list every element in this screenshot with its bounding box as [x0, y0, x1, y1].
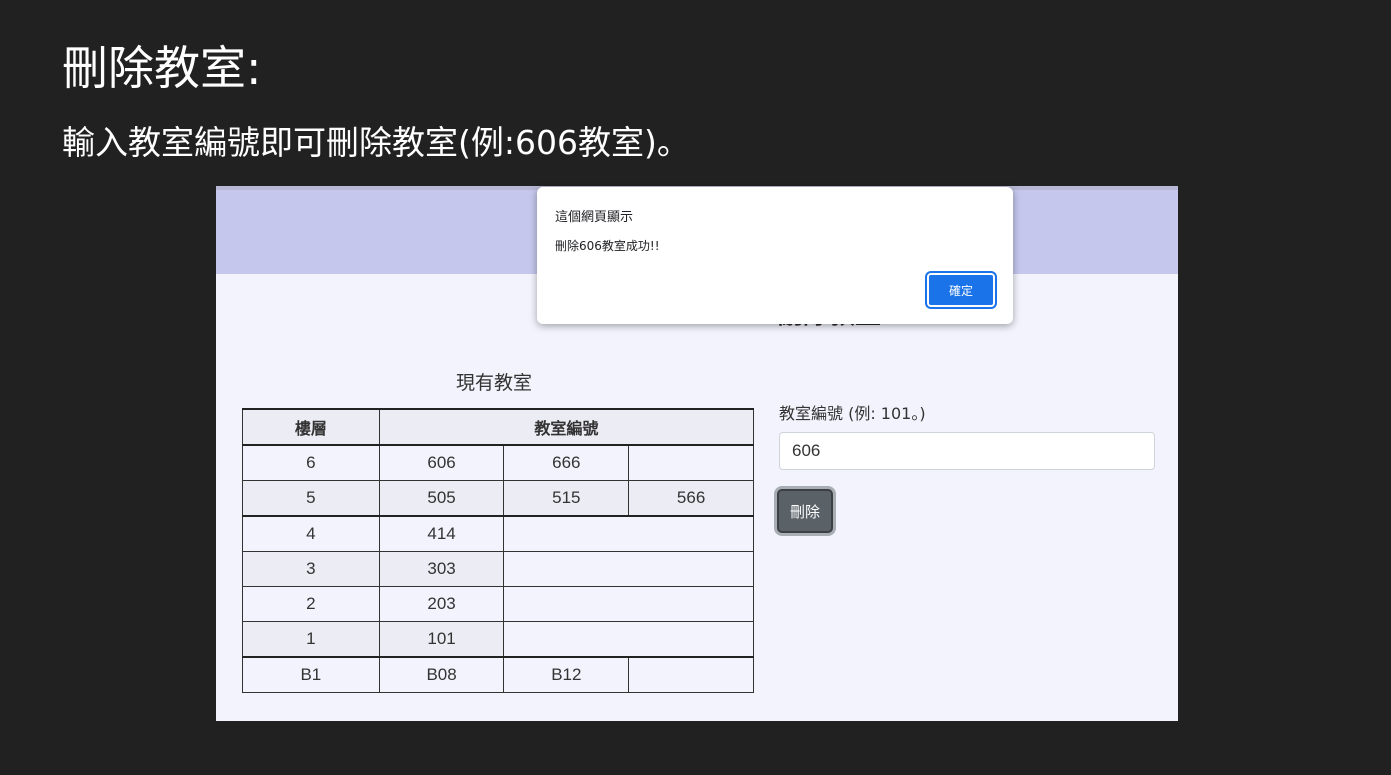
room-cell: 101	[378, 621, 505, 658]
table-header-row: 樓層 教室編號	[242, 408, 755, 446]
room-number-label: 教室編號 (例: 101。)	[779, 404, 926, 423]
floor-cell: 1	[242, 621, 380, 658]
room-cell: 505	[378, 480, 505, 517]
empty-cell	[503, 621, 754, 658]
room-cell: B12	[503, 656, 630, 693]
room-cell: 566	[628, 480, 754, 517]
room-cell	[628, 444, 754, 481]
room-cell: 515	[503, 480, 630, 517]
slide-description: 輸入教室編號即可刪除教室(例:606教室)。	[62, 123, 690, 162]
table-caption: 現有教室	[456, 372, 533, 394]
floor-cell: 5	[242, 480, 380, 517]
header-room-number: 教室編號	[378, 408, 755, 446]
dialog-message: 刪除606教室成功!!	[555, 239, 660, 253]
room-cell: 303	[378, 551, 505, 587]
classroom-table: 樓層 教室編號 6 606 666 5 505 515 566 4 414 3 …	[242, 408, 755, 693]
delete-button[interactable]: 刪除	[777, 489, 833, 533]
room-cell: 414	[378, 515, 505, 552]
empty-cell	[503, 551, 754, 587]
floor-cell: 2	[242, 586, 380, 622]
floor-cell: 4	[242, 515, 380, 552]
room-cell: 606	[378, 444, 505, 481]
table-row: 2 203	[242, 586, 754, 622]
table-row: 5 505 515 566	[242, 480, 754, 517]
room-number-input[interactable]	[779, 432, 1155, 470]
room-cell: B08	[378, 656, 505, 693]
table-row: 3 303	[242, 551, 754, 587]
empty-cell	[503, 586, 754, 622]
floor-cell: 3	[242, 551, 380, 587]
table-row: 1 101	[242, 621, 754, 658]
alert-dialog: 這個網頁顯示 刪除606教室成功!! 確定	[537, 187, 1013, 324]
dialog-title: 這個網頁顯示	[555, 210, 634, 225]
empty-cell	[503, 515, 754, 552]
floor-cell: 6	[242, 444, 380, 481]
room-cell	[628, 656, 754, 693]
room-cell: 666	[503, 444, 630, 481]
header-floor: 樓層	[242, 408, 380, 446]
table-row: 4 414	[242, 515, 754, 552]
table-row: B1 B08 B12	[242, 656, 754, 693]
room-cell: 203	[378, 586, 505, 622]
table-row: 6 606 666	[242, 444, 754, 481]
slide-title: 刪除教室:	[62, 41, 262, 95]
dialog-ok-button[interactable]: 確定	[927, 273, 995, 307]
floor-cell: B1	[242, 656, 380, 693]
